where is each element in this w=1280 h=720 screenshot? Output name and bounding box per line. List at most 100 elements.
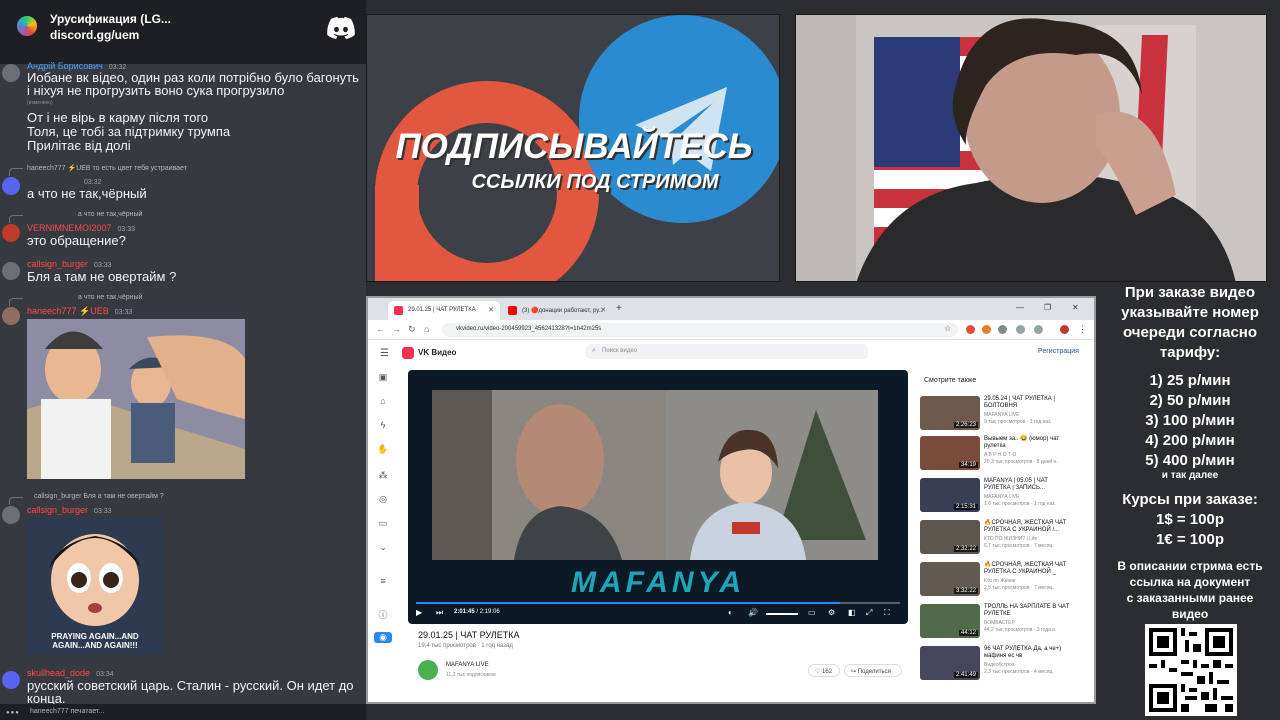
related-video-item[interactable]: 34:19 Вывыем за.. 😂 (юмор) чат рулетка A… [920, 436, 1076, 472]
related-video-item[interactable]: 2:15:31 MAFANYA | 05.05 | ЧАТ РУЛЕТКА | … [920, 478, 1076, 514]
streamer-webcam [795, 14, 1267, 282]
extension-icon[interactable] [1016, 325, 1025, 334]
fullscreen-icon[interactable]: ⤢ [866, 608, 872, 618]
flash-icon[interactable]: ϟ [374, 420, 392, 430]
video-progress-bar[interactable] [416, 602, 900, 604]
next-icon[interactable]: ⏭ [436, 608, 443, 618]
pip-icon[interactable]: ◧ [848, 608, 856, 617]
message-text: а что не так,чёрный [27, 186, 147, 201]
sidebar-icon[interactable] [1034, 325, 1043, 334]
related-channel: Кто по Жизни [984, 578, 1016, 584]
description-line: В описании стрима есть [1117, 559, 1263, 573]
close-tab-icon[interactable]: ✕ [600, 306, 606, 314]
typing-indicator: ●●● haneech777 печатает... [0, 704, 366, 720]
related-video-item[interactable]: 44:12 ТРОЛЛЬ НА ЗАРПЛАТЕ В ЧАТ РУЛЕТКЕ Б… [920, 604, 1076, 640]
expand-icon[interactable]: ⛶ [884, 608, 890, 618]
reply-preview: haneech777 ⚡UEB то есть цвет тебя устраи… [27, 165, 187, 172]
related-video-item[interactable]: 2:41:49 96 ЧАТ РУЛЕТКА Да, а че+) мафиня… [920, 646, 1076, 682]
qr-code-icon [1145, 624, 1237, 716]
video-thumbnail: 2:32:22 [920, 520, 980, 554]
address-bar: ← → ↻ ⌂ vkvideo.ru/video-200459923_45624… [368, 320, 1094, 340]
video-player[interactable]: MAFANYA ▶ ⏭ 2:01:45 / 2:19:06 ◐ 🔊 ▭ ⚙ ◧ … [408, 370, 908, 624]
tab-youtube[interactable]: (3) 🔴донации работают, ру... ✕ [502, 301, 612, 320]
browser-window: 29.01.25 | ЧАТ РУЛЕТКА ✕ (3) 🔴донации ра… [366, 296, 1096, 704]
volume-slider[interactable] [766, 613, 798, 615]
search-input[interactable]: Поиск видео [586, 344, 868, 359]
duration-badge: 3:32:22 [953, 588, 978, 594]
related-stats: 44,2 тыс просмотров · 3 года н. [984, 627, 1057, 633]
tv-icon[interactable]: ▭ [374, 518, 392, 529]
related-video-item[interactable]: 2:32:22 🔥СРОЧНАЯ, ЖЕСТКАЯ ЧАТ РУЛЕТКА С … [920, 520, 1076, 556]
cartoon-meme-graphic [27, 319, 245, 479]
catalog-icon[interactable]: ⁂ [374, 470, 392, 481]
search-icon: ⌕ [592, 347, 596, 354]
forward-icon[interactable]: → [392, 324, 401, 334]
order-text-line: очереди согласно [1122, 324, 1258, 341]
channel-name[interactable]: MAFANYA LIVE [446, 662, 489, 668]
menu-icon[interactable]: ⋮ [1078, 324, 1087, 335]
channel-subscribers: 11,3 тыс подписчиков [446, 672, 496, 678]
reload-icon[interactable]: ↻ [408, 324, 416, 335]
url-input[interactable]: vkvideo.ru/video-200459923_456241328?t=1… [442, 323, 958, 337]
duration-badge: 2:32:22 [953, 546, 978, 552]
username: VERNIMNEMOI2007 03:33 [27, 223, 136, 233]
reply-preview: а что не так,чёрный [78, 211, 143, 218]
close-tab-icon[interactable]: ✕ [488, 306, 494, 314]
meme-image[interactable]: PRAYING AGAIN...AND AGAIN...AND AGAIN!!! [27, 518, 163, 654]
extension-icon[interactable] [998, 325, 1007, 334]
related-video-item[interactable]: 3:32:22 🔥СРОЧНАЯ, ЖЕСТКАЯ ЧАТ РУЛЕТКА С … [920, 562, 1076, 598]
related-channel: MAFANYA LIVE [984, 412, 1020, 418]
avatar [2, 506, 20, 524]
maximize-icon[interactable]: ❐ [1044, 303, 1051, 312]
related-stats: 2,3 тыс просмотров · 4 месяц. [984, 669, 1054, 675]
register-link[interactable]: Регистрация [1038, 348, 1079, 355]
related-channel: MAFANYA LIVE [984, 494, 1020, 500]
vk-video-icon [394, 306, 403, 315]
like-button[interactable]: ♡ 162 [808, 664, 840, 677]
subtitles-icon[interactable]: ▭ [808, 608, 816, 617]
live-icon[interactable]: ▣ [374, 372, 392, 383]
site-title[interactable]: VK Видео [418, 348, 456, 357]
tab-vk-video[interactable]: 29.01.25 | ЧАТ РУЛЕТКА ✕ [388, 301, 500, 320]
related-video-item[interactable]: 2:26:23 29.05.24 | ЧАТ РУЛЕТКА | БОЛТОВН… [920, 396, 1076, 432]
server-icon [14, 13, 40, 39]
hand-icon[interactable]: ✋ [374, 444, 392, 455]
meme-image[interactable] [27, 319, 245, 479]
channel-avatar[interactable] [418, 660, 438, 680]
info-icon[interactable]: ⓘ [374, 608, 392, 621]
description-line: ссылка на документ [1129, 575, 1251, 589]
settings-icon[interactable]: ⚙ [828, 608, 835, 617]
back-icon[interactable]: ← [376, 324, 385, 334]
related-stats: 6,7 тыс просмотров · 7 месяц. [984, 543, 1054, 549]
related-title: ТРОЛЛЬ НА ЗАРПЛАТЕ В ЧАТ РУЛЕТКЕ [984, 604, 1070, 617]
server-name: Урусификация (LG... [50, 12, 171, 26]
video-thumbnail: 44:12 [920, 604, 980, 638]
share-button[interactable]: ↪ Поделиться [844, 664, 902, 677]
extension-icon[interactable] [966, 325, 975, 334]
discord-server-header: Урусификация (LG... discord.gg/uem [0, 0, 366, 64]
account-icon[interactable]: ◉ [374, 632, 392, 643]
autoplay-toggle-icon[interactable]: ◐ [728, 608, 733, 617]
globe-icon[interactable]: ◎ [374, 494, 392, 505]
tariff-item: 5) 400 р/мин [1145, 452, 1235, 469]
bookmark-star-icon[interactable]: ☆ [944, 324, 951, 333]
hamburger-menu-icon[interactable]: ☰ [380, 348, 389, 359]
extension-icon[interactable] [982, 325, 991, 334]
home-icon[interactable]: ⌂ [424, 324, 429, 334]
play-icon[interactable]: ▶ [416, 608, 422, 617]
username: callsign_burger 03:33 [27, 259, 112, 269]
close-window-icon[interactable]: ✕ [1072, 303, 1079, 312]
profile-avatar[interactable] [1060, 325, 1069, 334]
related-channel: БОМБАСТЕР [984, 620, 1015, 626]
chevron-down-icon[interactable]: ⌄ [374, 542, 392, 553]
discord-avatar-icon [2, 671, 20, 689]
duration-badge: 2:41:49 [953, 672, 978, 678]
vk-logo-icon[interactable] [402, 347, 414, 359]
new-tab-icon[interactable]: + [616, 303, 622, 314]
video-thumbnail: 34:19 [920, 436, 980, 470]
home-icon[interactable]: ⌂ [374, 396, 392, 406]
video-thumbnail: 2:26:23 [920, 396, 980, 430]
list-icon[interactable]: ≡ [374, 576, 392, 586]
minimize-icon[interactable]: — [1016, 303, 1024, 312]
volume-icon[interactable]: 🔊 [748, 608, 758, 617]
